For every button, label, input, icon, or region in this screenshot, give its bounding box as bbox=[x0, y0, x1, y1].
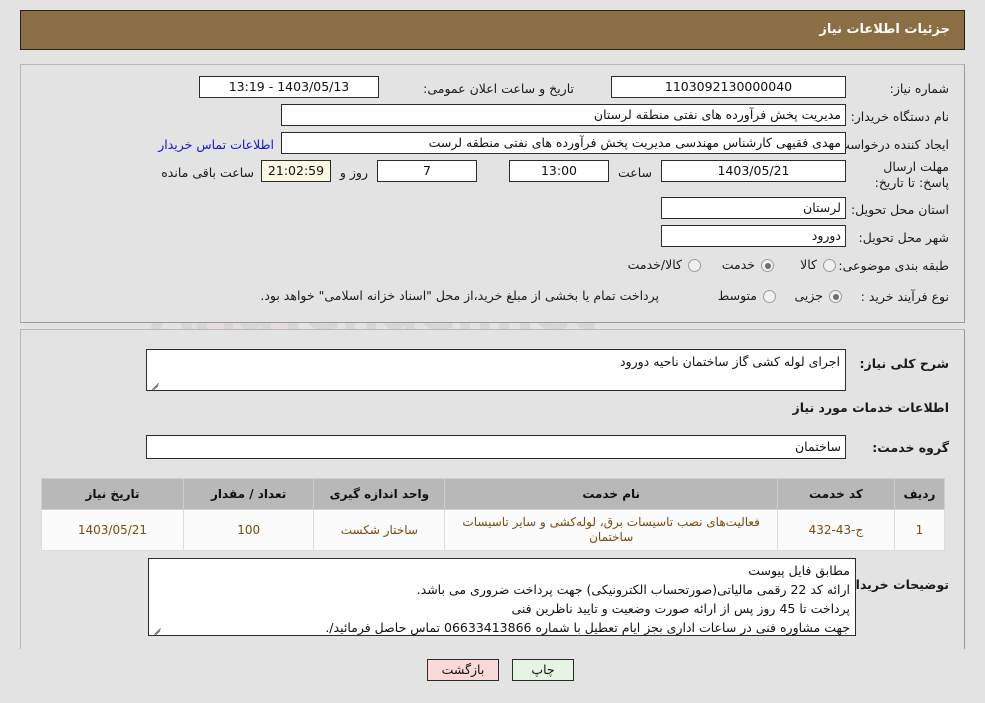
general-desc-value: اجرای لوله کشی گاز ساختمان ناحیه دورود bbox=[619, 354, 840, 369]
col-service-code: کد خدمت bbox=[776, 478, 895, 510]
province-label: استان محل تحویل: bbox=[850, 202, 949, 217]
page-title: جزئیات اطلاعات نیاز bbox=[819, 22, 950, 37]
hour-label: ساعت bbox=[617, 165, 652, 180]
print-button[interactable]: چاپ bbox=[512, 659, 574, 681]
deadline-label: مهلت ارسال پاسخ: تا تاریخ: bbox=[874, 159, 949, 190]
back-button[interactable]: بازگشت bbox=[427, 659, 499, 681]
services-section-title: اطلاعات خدمات مورد نیاز bbox=[792, 400, 950, 415]
category-label: طبقه بندی موضوعی: bbox=[838, 258, 949, 273]
payment-note: پرداخت تمام یا بخشی از مبلغ خرید،از محل … bbox=[260, 288, 659, 303]
table-row[interactable]: 1 ج-43-432 فعالیت‌های نصب تاسیسات برق، ل… bbox=[41, 509, 946, 551]
radio-process-motavaset-label: متوسط bbox=[717, 288, 757, 303]
days-word-label: روز و bbox=[339, 165, 368, 180]
col-unit: واحد اندازه گیری bbox=[313, 478, 446, 510]
radio-category-kala-khedmat-label: کالا/خدمت bbox=[627, 257, 682, 272]
page-header-bar: جزئیات اطلاعات نیاز bbox=[20, 10, 965, 50]
cell-service-name: فعالیت‌های نصب تاسیسات برق، لوله‌کشی و س… bbox=[444, 509, 778, 551]
remaining-suffix-label: ساعت باقی مانده bbox=[161, 165, 254, 180]
days-remaining-field[interactable]: 7 bbox=[377, 160, 477, 182]
service-group-label: گروه خدمت: bbox=[872, 440, 949, 455]
announce-datetime-field[interactable]: 1403/05/13 - 13:19 bbox=[199, 76, 379, 98]
buyer-notes-line-1: مطابق فایل پیوست bbox=[748, 563, 850, 578]
page-root: جزئیات اطلاعات نیاز AriaTender.net شماره… bbox=[0, 0, 985, 703]
general-desc-textarea[interactable]: اجرای لوله کشی گاز ساختمان ناحیه دورود bbox=[146, 349, 846, 391]
service-items-table: ردیف کد خدمت نام خدمت واحد اندازه گیری ت… bbox=[41, 478, 946, 551]
cell-service-code: ج-43-432 bbox=[776, 509, 895, 551]
need-info-panel: شماره نیاز: 1103092130000040 تاریخ و ساع… bbox=[20, 64, 965, 323]
process-type-label: نوع فرآیند خرید : bbox=[860, 289, 949, 304]
radio-category-khedmat[interactable] bbox=[761, 259, 774, 272]
radio-process-jozei-label: جزیی bbox=[794, 288, 823, 303]
service-group-field[interactable]: ساختمان bbox=[146, 435, 846, 459]
requester-field[interactable]: مهدی فقیهی کارشناس مهندسی مدیریت پخش فرآ… bbox=[281, 132, 846, 154]
col-service-name: نام خدمت bbox=[444, 478, 778, 510]
requester-label: ایجاد کننده درخواست: bbox=[833, 137, 949, 152]
buyer-notes-textarea[interactable]: مطابق فایل پیوست ارائه کد 22 رقمی مالیات… bbox=[148, 558, 856, 636]
province-field[interactable]: لرستان bbox=[661, 197, 846, 219]
city-label: شهر محل تحویل: bbox=[858, 230, 949, 245]
time-remaining-field: 21:02:59 bbox=[261, 160, 331, 182]
col-row-no: ردیف bbox=[893, 478, 946, 510]
buyer-notes-line-4: جهت مشاوره فنی در ساعات اداری بجز ایام ت… bbox=[325, 620, 850, 635]
need-number-label: شماره نیاز: bbox=[889, 81, 949, 96]
cell-row-no: 1 bbox=[893, 509, 946, 551]
buyer-notes-line-2: ارائه کد 22 رقمی مالیاتی(صورتحساب الکترو… bbox=[416, 582, 850, 597]
need-number-field[interactable]: 1103092130000040 bbox=[611, 76, 846, 98]
col-quantity: تعداد / مقدار bbox=[182, 478, 315, 510]
radio-category-kala[interactable] bbox=[823, 259, 836, 272]
deadline-date-field[interactable]: 1403/05/21 bbox=[661, 160, 846, 182]
announce-datetime-label: تاریخ و ساعت اعلان عمومی: bbox=[423, 81, 574, 96]
deadline-time-field[interactable]: 13:00 bbox=[509, 160, 609, 182]
buyer-notes-label: توضیحات خریدار: bbox=[843, 577, 949, 592]
buyer-notes-line-3: پرداخت تا 45 روز پس از ارائه صورت وضعیت … bbox=[511, 601, 850, 616]
radio-category-kala-label: کالا bbox=[800, 257, 817, 272]
buyer-contact-link[interactable]: اطلاعات تماس خریدار bbox=[158, 137, 274, 152]
city-field[interactable]: دورود bbox=[661, 225, 846, 247]
cell-unit: ساختار شکست bbox=[313, 509, 446, 551]
radio-category-kala-khedmat[interactable] bbox=[688, 259, 701, 272]
radio-category-khedmat-label: خدمت bbox=[721, 257, 755, 272]
col-need-date: تاریخ نیاز bbox=[41, 478, 184, 510]
radio-process-jozei[interactable] bbox=[829, 290, 842, 303]
resize-grip-icon[interactable] bbox=[149, 379, 159, 389]
table-header-row: ردیف کد خدمت نام خدمت واحد اندازه گیری ت… bbox=[41, 478, 946, 510]
radio-process-motavaset[interactable] bbox=[763, 290, 776, 303]
cell-quantity: 100 bbox=[182, 509, 315, 551]
general-desc-label: شرح کلی نیاز: bbox=[859, 356, 949, 371]
cell-need-date: 1403/05/21 bbox=[41, 509, 184, 551]
buyer-org-field[interactable]: مدیریت پخش فرآورده های نفتی منطقه لرستان bbox=[281, 104, 846, 126]
buyer-org-label: نام دستگاه خریدار: bbox=[850, 109, 949, 124]
